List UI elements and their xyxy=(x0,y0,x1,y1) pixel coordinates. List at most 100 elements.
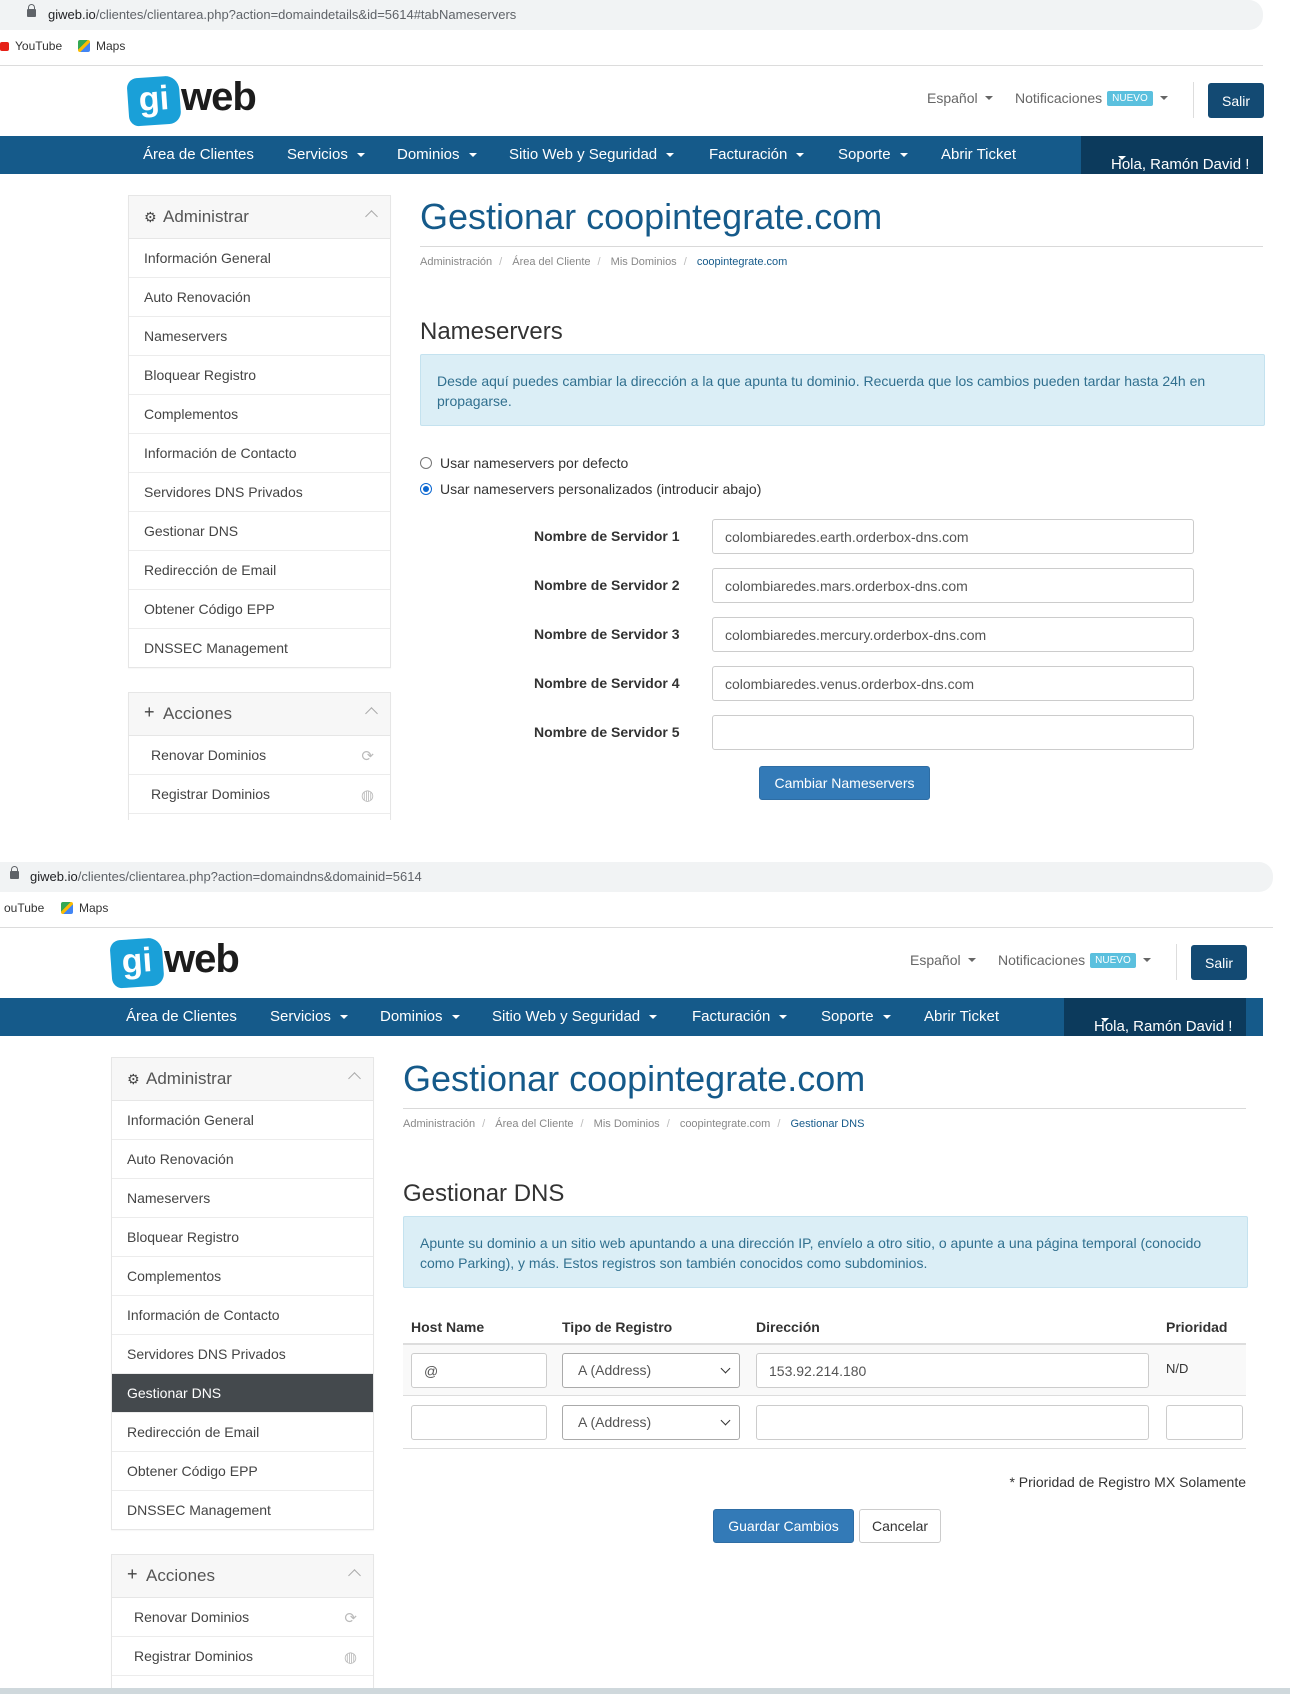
sidebar-item-manage-dns[interactable]: Gestionar DNS xyxy=(129,512,390,551)
nav-open-ticket[interactable]: Abrir Ticket xyxy=(941,146,1016,163)
new-host-input[interactable] xyxy=(411,1405,547,1440)
col-host-name: Host Name xyxy=(411,1319,485,1335)
new-priority-input[interactable] xyxy=(1166,1405,1243,1440)
sidebar-item-contact-info[interactable]: Información de Contacto xyxy=(112,1296,373,1335)
sidebar-item-nameservers[interactable]: Nameservers xyxy=(129,317,390,356)
chevron-up-icon[interactable] xyxy=(348,1569,361,1582)
change-nameservers-button[interactable]: Cambiar Nameservers xyxy=(759,766,930,800)
bookmark-youtube[interactable]: ouTube xyxy=(4,901,44,915)
language-dropdown[interactable]: Español xyxy=(910,952,976,968)
ns3-input[interactable] xyxy=(712,617,1194,652)
chevron-down-icon xyxy=(720,1415,731,1426)
language-dropdown[interactable]: Español xyxy=(927,90,993,106)
sidebar-item-renew-domains[interactable]: Renovar Dominios ⟳ xyxy=(112,1598,373,1637)
actions-panel-header[interactable]: + Acciones xyxy=(112,1555,373,1598)
notifications-dropdown[interactable]: Notificaciones NUEVO xyxy=(998,952,1151,968)
sidebar-actions-panel: + Acciones Renovar Dominios ⟳ Registrar D… xyxy=(128,692,391,820)
new-record-type-select[interactable]: A (Address) xyxy=(562,1405,740,1440)
sidebar-item-private-dns[interactable]: Servidores DNS Privados xyxy=(129,473,390,512)
sidebar-item-email-forwarding[interactable]: Redirección de Email xyxy=(112,1413,373,1452)
radio-custom-nameservers[interactable]: Usar nameservers personalizados (introdu… xyxy=(420,481,761,497)
nav-client-area[interactable]: Área de Clientes xyxy=(126,1008,237,1025)
user-menu[interactable]: Hola, Ramón David ! xyxy=(1081,136,1263,174)
sidebar-item-lock[interactable]: Bloquear Registro xyxy=(112,1218,373,1257)
refresh-icon: ⟳ xyxy=(361,748,374,765)
new-badge: NUEVO xyxy=(1107,90,1153,106)
nav-services[interactable]: Servicios xyxy=(287,146,365,163)
notifications-dropdown[interactable]: Notificaciones NUEVO xyxy=(1015,90,1168,106)
radio-button[interactable] xyxy=(420,457,432,469)
nav-support[interactable]: Soporte xyxy=(821,1008,891,1025)
ns3-label: Nombre de Servidor 3 xyxy=(534,626,680,642)
nav-billing[interactable]: Facturación xyxy=(709,146,805,163)
manage-panel-header[interactable]: ⚙ Administrar xyxy=(129,196,390,239)
bookmark-youtube[interactable]: YouTube xyxy=(0,39,62,53)
sidebar-item-nameservers[interactable]: Nameservers xyxy=(112,1179,373,1218)
logout-button[interactable]: Salir xyxy=(1191,945,1247,980)
ns4-input[interactable] xyxy=(712,666,1194,701)
nav-website-security[interactable]: Sitio Web y Seguridad xyxy=(492,1008,658,1025)
record-type-select[interactable]: A (Address) xyxy=(562,1353,740,1388)
user-menu[interactable]: Hola, Ramón David ! xyxy=(1064,998,1246,1036)
sidebar-item-auto-renew[interactable]: Auto Renovación xyxy=(112,1140,373,1179)
sidebar-item-dnssec[interactable]: DNSSEC Management xyxy=(129,629,390,667)
sidebar-item-lock[interactable]: Bloquear Registro xyxy=(129,356,390,395)
radio-default-nameservers[interactable]: Usar nameservers por defecto xyxy=(420,455,628,471)
sidebar-item-general-info[interactable]: Información General xyxy=(129,239,390,278)
logout-button[interactable]: Salir xyxy=(1208,83,1264,118)
chevron-up-icon[interactable] xyxy=(348,1072,361,1085)
breadcrumb: Administración / Área del Cliente / Mis Do… xyxy=(420,256,788,268)
bookmark-maps[interactable]: Maps xyxy=(78,39,125,53)
radio-button[interactable] xyxy=(420,483,432,495)
url-text[interactable]: giweb.io/clientes/clientarea.php?action=… xyxy=(30,869,422,884)
info-alert: Apunte su dominio a un sitio web apuntan… xyxy=(403,1216,1248,1288)
new-address-input[interactable] xyxy=(756,1405,1149,1440)
address-bar[interactable]: giweb.io/clientes/clientarea.php?action=… xyxy=(0,862,1273,892)
chevron-up-icon[interactable] xyxy=(365,210,378,223)
nav-website-security[interactable]: Sitio Web y Seguridad xyxy=(509,146,675,163)
actions-panel-header[interactable]: + Acciones xyxy=(129,693,390,736)
sidebar-item-register-domains[interactable]: Registrar Dominios ◍ xyxy=(112,1637,373,1676)
caret-down-icon xyxy=(984,96,993,100)
ns1-input[interactable] xyxy=(712,519,1194,554)
sidebar-item-addons[interactable]: Complementos xyxy=(112,1257,373,1296)
nav-domains[interactable]: Dominios xyxy=(380,1008,460,1025)
ns2-label: Nombre de Servidor 2 xyxy=(534,577,680,593)
mx-priority-note: * Prioridad de Registro MX Solamente xyxy=(1009,1474,1246,1490)
cancel-button[interactable]: Cancelar xyxy=(859,1509,941,1543)
url-text[interactable]: giweb.io/clientes/clientarea.php?action=… xyxy=(48,7,516,22)
host-input[interactable] xyxy=(411,1353,547,1388)
sidebar-item-epp-code[interactable]: Obtener Código EPP xyxy=(112,1452,373,1491)
nav-domains[interactable]: Dominios xyxy=(397,146,477,163)
sidebar-item-private-dns[interactable]: Servidores DNS Privados xyxy=(112,1335,373,1374)
address-bar[interactable]: giweb.io/clientes/clientarea.php?action=… xyxy=(0,0,1263,30)
save-changes-button[interactable]: Guardar Cambios xyxy=(713,1509,854,1543)
nav-services[interactable]: Servicios xyxy=(270,1008,348,1025)
manage-panel-header[interactable]: ⚙ Administrar xyxy=(112,1058,373,1101)
sidebar-item-renew-domains[interactable]: Renovar Dominios ⟳ xyxy=(129,736,390,775)
priority-value: N/D xyxy=(1166,1361,1189,1376)
ns2-input[interactable] xyxy=(712,568,1194,603)
bookmarks-bar: YouTube Maps xyxy=(0,36,1263,58)
sidebar-item-epp-code[interactable]: Obtener Código EPP xyxy=(129,590,390,629)
youtube-icon xyxy=(0,41,9,51)
sidebar-item-email-forwarding[interactable]: Redirección de Email xyxy=(129,551,390,590)
sidebar-item-register-domains[interactable]: Registrar Dominios ◍ xyxy=(129,775,390,814)
address-input[interactable] xyxy=(756,1353,1149,1388)
sidebar-item-general-info[interactable]: Información General xyxy=(112,1101,373,1140)
ns5-input[interactable] xyxy=(712,715,1194,750)
nav-open-ticket[interactable]: Abrir Ticket xyxy=(924,1008,999,1025)
main-navbar: Área de Clientes Servicios Dominios Siti… xyxy=(0,998,1263,1036)
bookmark-maps[interactable]: Maps xyxy=(61,901,108,915)
chevron-up-icon[interactable] xyxy=(365,707,378,720)
sidebar-item-contact-info[interactable]: Información de Contacto xyxy=(129,434,390,473)
giweb-logo[interactable]: gi web xyxy=(109,937,241,989)
sidebar-item-manage-dns[interactable]: Gestionar DNS xyxy=(112,1374,373,1413)
sidebar-item-addons[interactable]: Complementos xyxy=(129,395,390,434)
sidebar-item-auto-renew[interactable]: Auto Renovación xyxy=(129,278,390,317)
sidebar-item-dnssec[interactable]: DNSSEC Management xyxy=(112,1491,373,1529)
nav-billing[interactable]: Facturación xyxy=(692,1008,788,1025)
nav-client-area[interactable]: Área de Clientes xyxy=(143,146,254,163)
nav-support[interactable]: Soporte xyxy=(838,146,908,163)
giweb-logo[interactable]: gi web xyxy=(126,75,258,127)
